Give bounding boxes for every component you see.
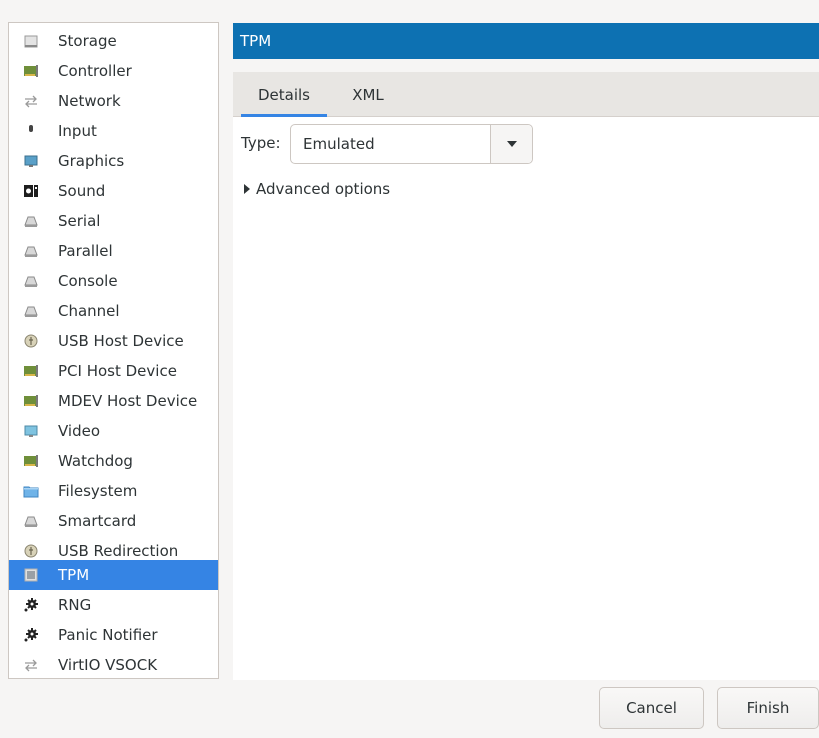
type-label: Type: [241,134,281,152]
sidebar-item-label: Sound [58,182,106,200]
sidebar-item-sound[interactable]: Sound [9,176,218,206]
sidebar-item-input[interactable]: Input [9,116,218,146]
usb-icon [22,332,40,350]
sidebar-item-label: VirtIO VSOCK [58,656,158,674]
sidebar-item-tpm[interactable]: TPM [9,560,218,590]
storage-icon [22,32,40,50]
serial-icon [22,212,40,230]
sidebar-item-mdev-host-device[interactable]: MDEV Host Device [9,386,218,416]
pci-card-icon [22,362,40,380]
sidebar-item-virtio-vsock[interactable]: VirtIO VSOCK [9,650,218,678]
sidebar-item-label: Serial [58,212,101,230]
sidebar-item-smartcard[interactable]: Smartcard [9,506,218,536]
sidebar-item-label: Panic Notifier [58,626,158,644]
sidebar-item-channel[interactable]: Channel [9,296,218,326]
sound-icon [22,182,40,200]
sidebar-item-label: Console [58,272,118,290]
sidebar-item-storage[interactable]: Storage [9,26,218,56]
sidebar-item-label: Network [58,92,121,110]
type-select[interactable]: Emulated [290,124,533,164]
mdev-card-icon [22,392,40,410]
sidebar-item-graphics[interactable]: Graphics [9,146,218,176]
cancel-button[interactable]: Cancel [599,687,704,729]
sidebar-item-label: TPM [58,566,90,584]
sidebar-item-label: Storage [58,32,117,50]
sidebar-item-label: RNG [58,596,92,614]
network-icon [22,92,40,110]
sidebar-item-label: PCI Host Device [58,362,177,380]
console-icon [22,272,40,290]
page-title: TPM [240,32,272,50]
mouse-icon [22,122,40,140]
sidebar-item-label: Parallel [58,242,113,260]
tab-label: XML [352,85,384,104]
sidebar-item-label: USB Host Device [58,332,184,350]
video-icon [22,422,40,440]
sidebar-item-label: Watchdog [58,452,133,470]
sidebar-item-parallel[interactable]: Parallel [9,236,218,266]
finish-button-label: Finish [746,699,790,717]
details-pane: Details XML Type: Emulated Advanced opti… [233,72,819,680]
folder-icon [22,482,40,500]
sidebar-item-filesystem[interactable]: Filesystem [9,476,218,506]
watchdog-icon [22,452,40,470]
cancel-button-label: Cancel [626,699,677,717]
sidebar-item-label: Channel [58,302,120,320]
sidebar-item-label: USB Redirection [58,542,179,560]
monitor-icon [22,152,40,170]
chip-icon [22,566,40,584]
sidebar-item-watchdog[interactable]: Watchdog [9,446,218,476]
sidebar-item-rng[interactable]: RNG [9,590,218,620]
finish-button[interactable]: Finish [717,687,819,729]
sidebar-item-label: Controller [58,62,132,80]
tab-bar: Details XML [233,72,819,117]
device-list[interactable]: Storage Controller Network Input Graphic… [8,22,219,679]
usb-redirection-icon [22,542,40,560]
tab-details[interactable]: Details [241,72,327,117]
sidebar-item-panic-notifier[interactable]: Panic Notifier [9,620,218,650]
sidebar-item-network[interactable]: Network [9,86,218,116]
tab-label: Details [257,85,310,104]
chevron-down-icon [506,141,517,147]
smartcard-icon [22,512,40,530]
controller-icon [22,62,40,80]
advanced-options-label: Advanced options [256,180,391,198]
type-select-value: Emulated [303,135,375,153]
tab-xml[interactable]: XML [337,72,399,117]
sidebar-item-label: MDEV Host Device [58,392,198,410]
parallel-icon [22,242,40,260]
sidebar-item-label: Graphics [58,152,125,170]
sidebar-item-video[interactable]: Video [9,416,218,446]
vsock-icon [22,656,40,674]
sidebar-item-controller[interactable]: Controller [9,56,218,86]
sidebar-item-pci-host-device[interactable]: PCI Host Device [9,356,218,386]
channel-icon [22,302,40,320]
rng-gear-icon [22,596,40,614]
sidebar-item-label: Input [58,122,97,140]
advanced-options-expander[interactable]: Advanced options [243,180,390,198]
sidebar-item-label: Smartcard [58,512,137,530]
expand-triangle-icon [244,184,250,194]
sidebar-item-console[interactable]: Console [9,266,218,296]
sidebar-item-usb-host-device[interactable]: USB Host Device [9,326,218,356]
dropdown-button[interactable] [490,125,532,163]
sidebar-item-label: Filesystem [58,482,138,500]
panic-gear-icon [22,626,40,644]
sidebar-item-label: Video [58,422,101,440]
page-title-bar: TPM [233,23,819,59]
sidebar-item-serial[interactable]: Serial [9,206,218,236]
